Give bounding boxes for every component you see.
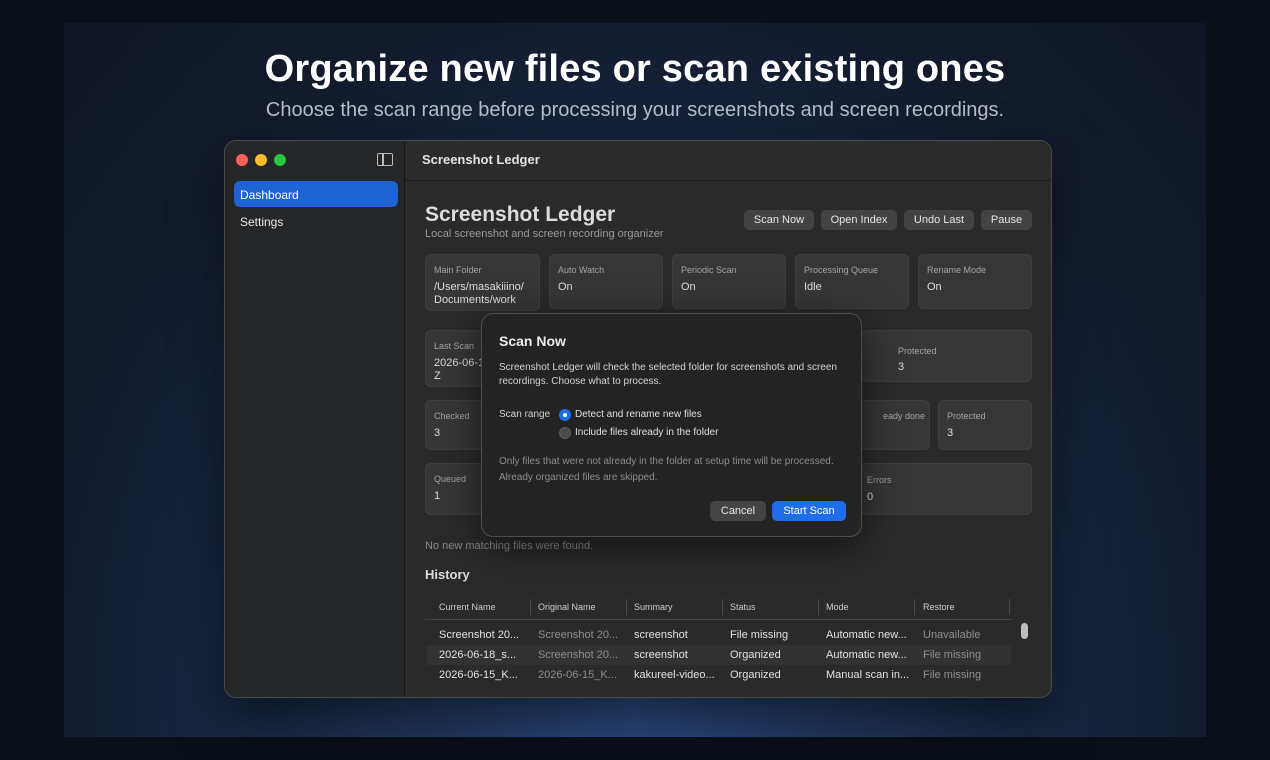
- card-rename-mode: Rename Mode On: [918, 254, 1032, 309]
- table-header-divider: [425, 619, 1011, 620]
- cell-status: Organized: [730, 649, 781, 661]
- card-label: Rename Mode: [927, 265, 987, 275]
- cell-mode: Automatic new...: [826, 649, 907, 661]
- close-window-button[interactable]: [236, 154, 248, 166]
- sidebar-toggle-icon[interactable]: [377, 153, 393, 166]
- app-subtitle: Local screenshot and screen recording or…: [425, 228, 664, 240]
- card-value: On: [681, 281, 696, 293]
- card-periodic-scan: Periodic Scan On: [672, 254, 786, 309]
- sidebar-item-settings[interactable]: Settings: [234, 208, 398, 234]
- card-value: On: [927, 281, 942, 293]
- card-label: Queued: [434, 474, 467, 484]
- card-value: Idle: [804, 281, 822, 293]
- card-label: Periodic Scan: [681, 265, 737, 275]
- cell-restore: File missing: [923, 669, 982, 681]
- column-divider: [1009, 599, 1010, 615]
- card-main-folder: Main Folder /Users/masakiiino/ Documents…: [425, 254, 540, 311]
- card-label: Checked: [434, 411, 470, 421]
- column-header-current-name[interactable]: Current Name: [439, 602, 496, 612]
- card-label: Processing Queue: [804, 265, 879, 275]
- cell-mode: Automatic new...: [826, 629, 907, 641]
- cell-current-name: 2026-06-15_K...: [439, 669, 518, 681]
- cell-original-name: Screenshot 20...: [538, 649, 619, 661]
- minimize-window-button[interactable]: [255, 154, 267, 166]
- window-title: Screenshot Ledger: [422, 152, 540, 167]
- radio-label-include-existing-files[interactable]: Include files already in the folder: [575, 427, 718, 438]
- card-label: Auto Watch: [558, 265, 605, 275]
- cell-original-name: Screenshot 20...: [538, 629, 619, 641]
- card-already-done: eady done: [860, 400, 930, 450]
- column-header-mode[interactable]: Mode: [826, 602, 849, 612]
- table-scrollbar[interactable]: [1021, 623, 1028, 639]
- undo-last-button[interactable]: Undo Last: [904, 210, 974, 230]
- cancel-button[interactable]: Cancel: [710, 501, 766, 521]
- card-protected: Protected 3: [860, 330, 1032, 382]
- table-row[interactable]: Screenshot 20... Screenshot 20... screen…: [427, 625, 1011, 645]
- column-divider: [722, 599, 723, 615]
- cell-restore: File missing: [923, 649, 982, 661]
- scan-now-dialog: Scan Now Screenshot Ledger will check th…: [481, 313, 862, 537]
- cell-mode: Manual scan in...: [826, 669, 910, 681]
- pause-button[interactable]: Pause: [981, 210, 1032, 230]
- radio-label-detect-new-files[interactable]: Detect and rename new files: [575, 409, 702, 420]
- radio-include-existing-files[interactable]: [559, 427, 571, 439]
- dialog-title: Scan Now: [499, 333, 566, 349]
- no-match-message: No new matching files were found.: [425, 540, 594, 552]
- card-errors: Errors 0: [860, 463, 1032, 515]
- column-header-restore[interactable]: Restore: [923, 602, 955, 612]
- cell-restore: Unavailable: [923, 629, 981, 641]
- zoom-window-button[interactable]: [274, 154, 286, 166]
- card-label: Protected: [898, 346, 937, 356]
- sidebar: Dashboard Settings: [225, 141, 405, 697]
- cell-status: File missing: [730, 629, 789, 641]
- card-protected-2: Protected 3: [938, 400, 1032, 450]
- cell-summary: kakureel-video...: [634, 669, 715, 681]
- cell-summary: screenshot: [634, 629, 688, 641]
- table-row[interactable]: 2026-06-15_K... 2026-06-15_K... kakureel…: [427, 665, 1011, 685]
- card-label: Protected: [947, 411, 986, 421]
- card-label: Main Folder: [434, 265, 482, 275]
- column-header-original-name[interactable]: Original Name: [538, 602, 596, 612]
- start-scan-button[interactable]: Start Scan: [772, 501, 846, 521]
- card-value: 3: [898, 361, 905, 373]
- column-divider: [914, 599, 915, 615]
- card-value: /Users/masakiiino/ Documents/work: [434, 281, 524, 306]
- column-header-status[interactable]: Status: [730, 602, 756, 612]
- titlebar: Screenshot Ledger: [405, 141, 1051, 181]
- scan-now-button[interactable]: Scan Now: [744, 210, 814, 230]
- promo-subline: Choose the scan range before processing …: [265, 99, 1005, 121]
- open-index-button[interactable]: Open Index: [821, 210, 897, 230]
- sidebar-item-dashboard[interactable]: Dashboard: [234, 181, 398, 207]
- cell-current-name: 2026-06-18_s...: [439, 649, 517, 661]
- card-processing-queue: Processing Queue Idle: [795, 254, 909, 309]
- app-title: Screenshot Ledger: [425, 203, 616, 226]
- card-value: 0: [867, 491, 874, 503]
- card-label: eady done: [883, 411, 926, 421]
- column-divider: [530, 599, 531, 615]
- cell-original-name: 2026-06-15_K...: [538, 669, 617, 681]
- radio-detect-new-files[interactable]: [559, 409, 571, 421]
- cell-status: Organized: [730, 669, 781, 681]
- card-value: 3: [947, 427, 954, 439]
- card-auto-watch: Auto Watch On: [549, 254, 663, 309]
- table-row[interactable]: 2026-06-18_s... Screenshot 20... screens…: [427, 645, 1011, 665]
- scan-range-label: Scan range: [499, 409, 551, 420]
- promo-headline: Organize new files or scan existing ones: [264, 48, 1006, 90]
- column-divider: [626, 599, 627, 615]
- card-value: On: [558, 281, 573, 293]
- card-label: Errors: [867, 475, 892, 485]
- cell-summary: screenshot: [634, 649, 688, 661]
- card-label: Last Scan: [434, 341, 475, 351]
- history-title: History: [425, 567, 470, 582]
- dialog-note: Only files that were not already in the …: [499, 456, 834, 483]
- column-divider: [818, 599, 819, 615]
- column-header-summary[interactable]: Summary: [634, 602, 673, 612]
- cell-current-name: Screenshot 20...: [439, 629, 520, 641]
- dialog-description: Screenshot Ledger will check the selecte…: [499, 362, 837, 387]
